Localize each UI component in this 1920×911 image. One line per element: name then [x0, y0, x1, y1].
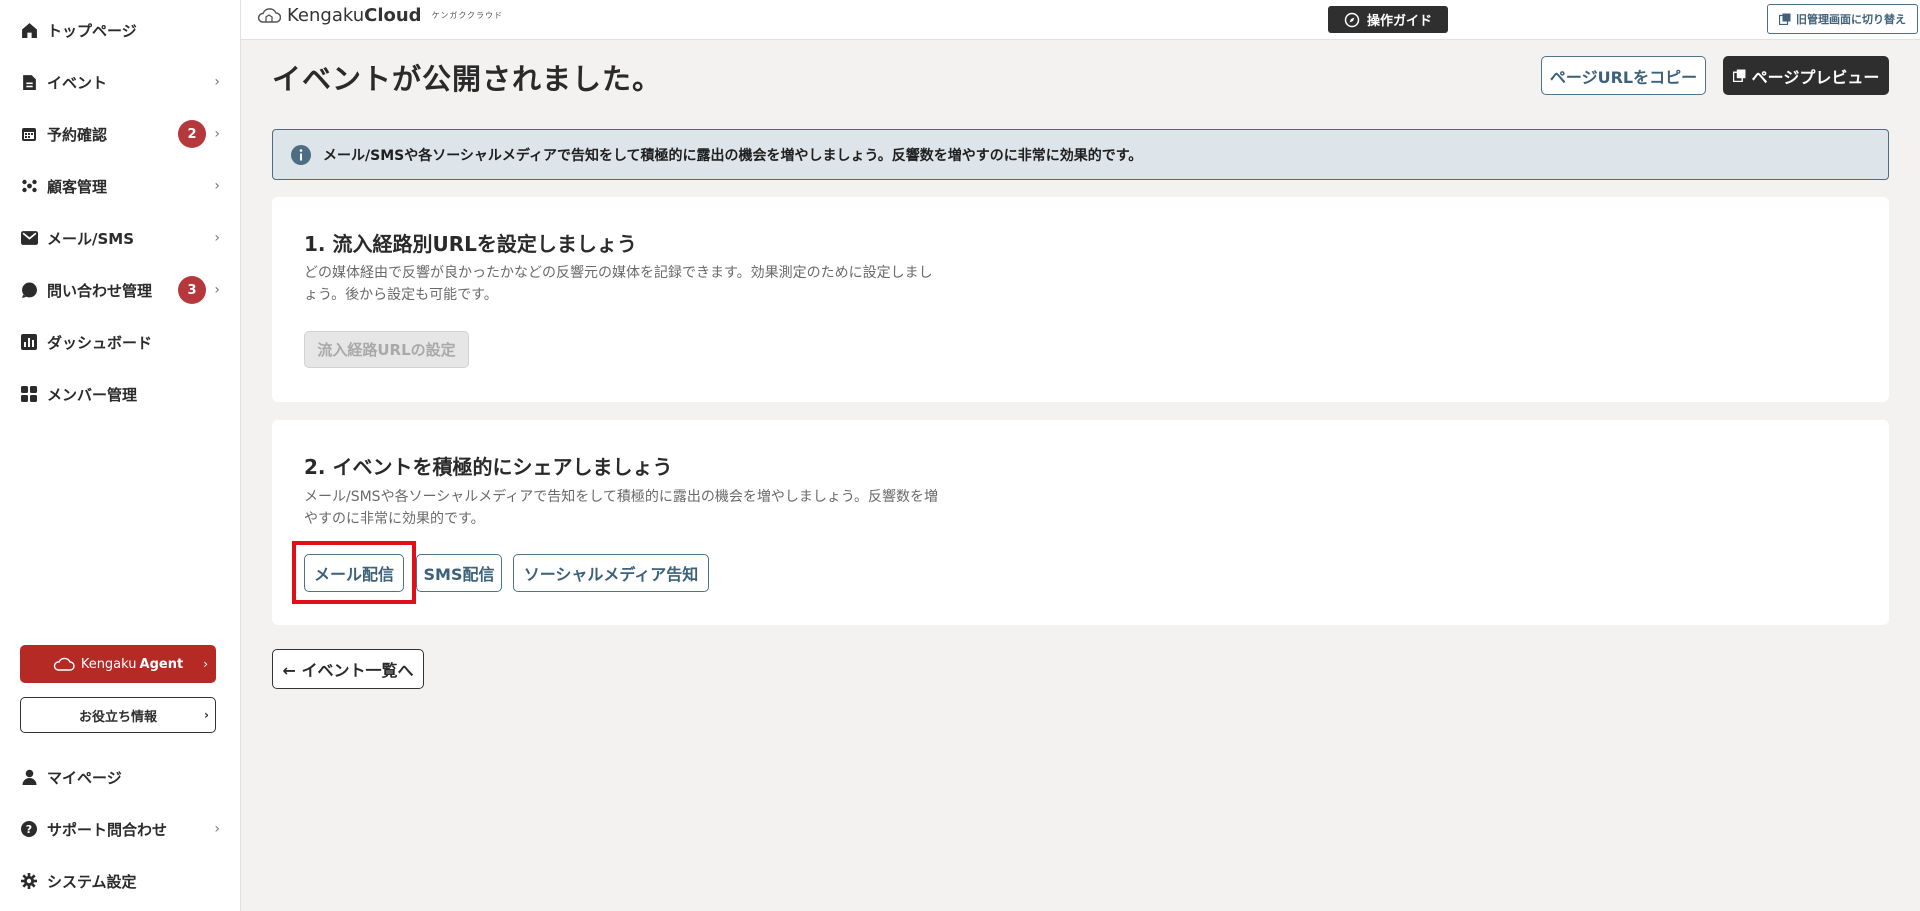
- people-icon: [20, 177, 38, 195]
- external-window-icon: [1732, 69, 1746, 82]
- home-icon: [20, 21, 38, 39]
- sidebar-item-label: システム設定: [47, 872, 137, 891]
- info-banner: メール/SMSや各ソーシャルメディアで告知をして積極的に露出の機会を増やしましょ…: [272, 129, 1889, 180]
- mail-icon: [20, 229, 38, 247]
- chevron-right-icon: ›: [214, 178, 220, 194]
- sms-distribution-button[interactable]: SMS配信: [416, 554, 502, 592]
- gear-icon: [20, 872, 38, 890]
- step2-description: メール/SMSや各ソーシャルメディアで告知をして積極的に露出の機会を増やしましょ…: [304, 489, 939, 527]
- operation-guide-button[interactable]: 操作ガイド: [1328, 6, 1448, 33]
- sidebar-item-event[interactable]: イベント ›: [20, 65, 220, 99]
- sidebar: トップページ イベント › 予約確認 2 › 顧客管理 › メール/SMS › …: [0, 0, 241, 911]
- preview-label: ページプレビュー: [1751, 67, 1880, 87]
- info-text: メール/SMSや各ソーシャルメディアで告知をして積極的に露出の機会を増やしましょ…: [323, 147, 1143, 164]
- chevron-right-icon: ›: [203, 657, 208, 671]
- agent-prefix: Kengaku: [80, 656, 137, 672]
- mail-distribution-button[interactable]: メール配信: [304, 554, 404, 592]
- sidebar-item-dashboard[interactable]: ダッシュボード: [20, 325, 220, 359]
- sidebar-item-label: メール/SMS: [47, 229, 135, 248]
- sidebar-item-label: メンバー管理: [47, 385, 138, 404]
- step1-description: どの媒体経由で反響が良かったかなどの反響元の媒体を記録できます。効果測定のために…: [304, 265, 933, 303]
- chevron-right-icon: ›: [204, 708, 209, 722]
- svg-text:?: ?: [26, 823, 32, 836]
- info-icon: [291, 144, 311, 165]
- logo-main: Kengaku: [287, 5, 365, 26]
- tracking-url-settings-button[interactable]: 流入経路URLの設定: [304, 331, 469, 368]
- chevron-right-icon: ›: [214, 74, 220, 90]
- chevron-right-icon: ›: [214, 126, 220, 142]
- calendar-icon: [20, 125, 38, 143]
- cloud-logo-icon: [53, 657, 75, 671]
- step1-heading: 1. 流入経路別URLを設定しましょう: [304, 232, 637, 256]
- sidebar-item-mypage[interactable]: マイページ: [20, 760, 220, 794]
- social-media-announcement-button[interactable]: ソーシャルメディア告知: [513, 554, 709, 592]
- sidebar-item-reservation[interactable]: 予約確認 2 ›: [20, 117, 220, 151]
- sidebar-item-label: ダッシュボード: [47, 333, 153, 352]
- logo-bold: Cloud: [364, 5, 422, 26]
- chat-icon: [20, 281, 38, 299]
- sidebar-item-label: サポート問合わせ: [47, 820, 168, 839]
- chevron-right-icon: ›: [214, 821, 220, 837]
- sidebar-item-label: イベント: [47, 73, 108, 92]
- sidebar-item-settings[interactable]: システム設定: [20, 864, 220, 898]
- kengaku-agent-button[interactable]: Kengaku Agent ›: [20, 645, 216, 683]
- tips-button[interactable]: お役立ち情報 ›: [20, 697, 216, 733]
- legacy-label: 旧管理画面に切り替え: [1796, 13, 1906, 26]
- sidebar-item-mail[interactable]: メール/SMS ›: [20, 221, 220, 255]
- sidebar-item-top[interactable]: トップページ: [20, 13, 220, 47]
- sidebar-item-members[interactable]: メンバー管理: [20, 377, 220, 411]
- logo-subtitle: ケンガククラウド: [431, 11, 504, 20]
- notification-badge: 3: [178, 276, 206, 304]
- sidebar-item-label: トップページ: [47, 21, 137, 40]
- top-header: KengakuCloud ケンガククラウド 操作ガイド 旧管理画面に切り替え: [241, 0, 1920, 40]
- tips-label: お役立ち情報: [78, 709, 157, 725]
- grid-icon: [20, 385, 38, 403]
- legacy-admin-switch-button[interactable]: 旧管理画面に切り替え: [1767, 4, 1918, 34]
- chart-icon: [20, 333, 38, 351]
- page-preview-button[interactable]: ページプレビュー: [1723, 56, 1889, 95]
- chevron-right-icon: ›: [214, 230, 220, 246]
- step2-heading: 2. イベントを積極的にシェアしましょう: [304, 455, 673, 479]
- sidebar-item-label: 予約確認: [47, 125, 108, 144]
- page-title: イベントが公開されました。: [272, 62, 663, 96]
- help-icon: ?: [20, 820, 38, 838]
- sidebar-item-customers[interactable]: 顧客管理 ›: [20, 169, 220, 203]
- sidebar-item-label: マイページ: [47, 768, 122, 787]
- compass-icon: [1344, 12, 1360, 27]
- agent-bold: Agent: [139, 656, 184, 672]
- user-icon: [20, 768, 38, 786]
- back-to-event-list-button[interactable]: ← イベント一覧へ: [272, 649, 424, 689]
- guide-label: 操作ガイド: [1366, 14, 1432, 29]
- document-icon: [20, 73, 38, 91]
- sidebar-item-support[interactable]: ? サポート問合わせ ›: [20, 812, 220, 846]
- cloud-logo-icon: [257, 7, 281, 23]
- sidebar-item-label: 顧客管理: [47, 177, 108, 196]
- share-event-card: 2. イベントを積極的にシェアしましょう メール/SMSや各ソーシャルメディアで…: [272, 420, 1889, 625]
- copy-page-url-button[interactable]: ページURLをコピー: [1541, 56, 1706, 95]
- sidebar-item-label: 問い合わせ管理: [47, 281, 153, 300]
- tracking-url-card: 1. 流入経路別URLを設定しましょう どの媒体経由で反響が良かったかなどの反響…: [272, 197, 1889, 402]
- switch-icon: [1779, 13, 1791, 25]
- kengaku-cloud-logo[interactable]: KengakuCloud ケンガククラウド: [257, 5, 503, 26]
- chevron-right-icon: ›: [214, 282, 220, 298]
- notification-badge: 2: [178, 120, 206, 148]
- sidebar-item-inquiries[interactable]: 問い合わせ管理 3 ›: [20, 273, 220, 307]
